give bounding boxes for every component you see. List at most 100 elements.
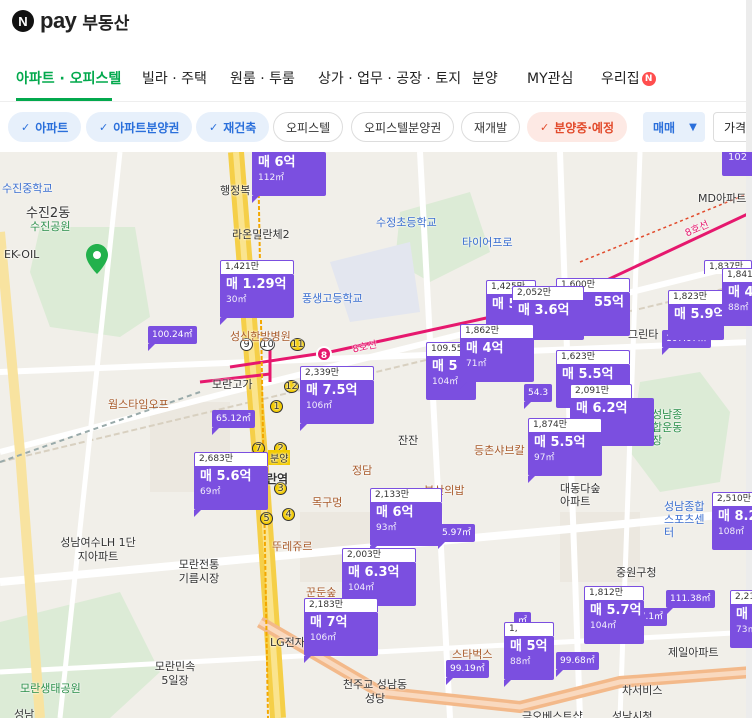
check-icon: ✓ bbox=[540, 120, 550, 134]
marker-price: 매 3.6억 bbox=[518, 303, 570, 318]
marker-price: 매 6억 bbox=[376, 505, 414, 520]
map-label: 차서비스 bbox=[622, 684, 663, 697]
marker-price-per-area: 2,003만 bbox=[342, 548, 416, 562]
marker-area: 93㎡ bbox=[376, 523, 397, 533]
map-label: 등촌샤브칼 bbox=[474, 444, 525, 457]
map-label: EK-OIL bbox=[4, 248, 40, 261]
marker-area: 30㎡ bbox=[226, 295, 247, 305]
marker-tail bbox=[300, 424, 307, 431]
tab-apt-officetel[interactable]: 아파트 · 오피스텔 bbox=[16, 68, 121, 88]
new-badge: N bbox=[641, 72, 656, 86]
marker-tail bbox=[304, 656, 311, 663]
map-label: 모란민속 5일장 bbox=[154, 660, 196, 687]
marker-price: 매 7.5억 bbox=[306, 383, 358, 398]
location-pin-icon[interactable] bbox=[86, 244, 108, 274]
marker-tail bbox=[556, 670, 563, 677]
filter-chip-apt-presale-right[interactable]: ✓ 아파트분양권 bbox=[86, 112, 193, 142]
map-label: 수진중학교 bbox=[2, 182, 53, 195]
marker-price-per-area: 2,133만 bbox=[370, 488, 442, 502]
map-label: 목구멍 bbox=[312, 496, 343, 509]
marker-price-per-area: 2,21 bbox=[730, 590, 752, 604]
map-label: 라온밀란체2 bbox=[232, 228, 290, 241]
marker-area: 69㎡ bbox=[200, 487, 221, 497]
marker-price: 매 5.5억 bbox=[562, 367, 614, 382]
map-label: 타이어프로 bbox=[462, 236, 513, 249]
filter-chip-reconstruction[interactable]: ✓ 재건축 bbox=[196, 112, 270, 142]
tab-presale[interactable]: 분양 bbox=[472, 68, 498, 88]
marker-area: 71㎡ bbox=[466, 359, 487, 369]
area-marker[interactable]: 54.3 bbox=[524, 384, 553, 409]
marker-tail bbox=[148, 344, 155, 351]
map-label: 성신한방병원 bbox=[230, 330, 291, 343]
tab-villa-house[interactable]: 빌라 · 주택 bbox=[142, 68, 207, 88]
area-marker[interactable]: 5.97㎡ bbox=[438, 524, 476, 549]
marker-price-per-area: 1,841만 bbox=[722, 268, 752, 282]
marker-area: 106㎡ bbox=[310, 633, 337, 643]
marker-price-per-area: 1,862만 bbox=[460, 324, 534, 338]
marker-price-per-area: 1,812만 bbox=[584, 586, 644, 600]
map-label: 성남 bbox=[14, 708, 35, 718]
marker-area: 73㎡ bbox=[736, 625, 752, 635]
marker-tail bbox=[220, 318, 227, 325]
exit-number: 4 bbox=[282, 508, 295, 521]
map-label: 수정초등학교 bbox=[376, 216, 437, 229]
marker-price: 매 4 bbox=[736, 607, 752, 622]
area-marker-label: 54.3 bbox=[528, 388, 549, 398]
map-label: 웜스타임오프 bbox=[108, 398, 169, 411]
filter-chip-officetel[interactable]: 오피스텔 bbox=[273, 112, 344, 142]
marker-price: 매 5.9억 bbox=[674, 307, 726, 322]
map-view[interactable]: 8 9 10 11 12 1 7 2 3 4 5 수진중학교 수진2동 수진공원… bbox=[0, 152, 752, 718]
tab-commercial-land[interactable]: 상가 · 업무 · 공장 · 토지 bbox=[318, 68, 461, 88]
tab-my-home[interactable]: 우리집 N bbox=[601, 68, 656, 88]
area-marker[interactable]: 99.68㎡ bbox=[556, 652, 599, 677]
marker-tail bbox=[662, 348, 669, 355]
area-marker[interactable]: 100.24㎡ bbox=[148, 326, 197, 351]
marker-tail bbox=[460, 382, 467, 389]
map-label: 정담 bbox=[352, 464, 373, 477]
category-nav: 아파트 · 오피스텔 빌라 · 주택 원룸 · 투룸 상가 · 업무 · 공장 … bbox=[0, 56, 752, 102]
naver-pay-realestate-logo[interactable]: N pay 부동산 bbox=[12, 8, 129, 34]
check-icon: ✓ bbox=[209, 120, 219, 134]
map-label: 뚜레쥬르 bbox=[272, 540, 313, 553]
marker-area: 104㎡ bbox=[348, 583, 375, 593]
marker-tail bbox=[212, 428, 219, 435]
filter-chip-officetel-presale-right[interactable]: 오피스텔분양권 bbox=[351, 112, 455, 142]
area-marker-label: 99.19㎡ bbox=[450, 664, 485, 674]
map-label: 성남종합스포츠센터 bbox=[664, 500, 705, 539]
marker-price: 매 5억 bbox=[510, 639, 548, 654]
area-marker-label: 111.38㎡ bbox=[670, 594, 711, 604]
area-marker[interactable]: 99.19㎡ bbox=[446, 660, 489, 685]
area-marker-label: 100.24㎡ bbox=[152, 330, 193, 340]
marker-tail bbox=[666, 608, 673, 615]
filter-chip-redevelopment[interactable]: 재개발 bbox=[461, 112, 521, 142]
deal-type-dropdown[interactable]: 매매 ▼ bbox=[643, 112, 705, 142]
marker-tail bbox=[252, 196, 259, 203]
map-label: 풍생고등학교 bbox=[302, 292, 363, 305]
area-marker[interactable]: 111.38㎡ bbox=[666, 590, 715, 615]
marker-area: 102 bbox=[728, 152, 748, 163]
tab-my-home-label: 우리집 bbox=[601, 71, 640, 87]
marker-area: 97㎡ bbox=[534, 453, 555, 463]
filter-chip-label: 오피스텔 bbox=[286, 120, 331, 135]
marker-price-per-area: 2,339만 bbox=[300, 366, 374, 380]
filter-chip-presale-upcoming[interactable]: ✓ 분양중·예정 bbox=[527, 112, 627, 142]
station-label: 란역 bbox=[266, 472, 289, 486]
marker-price-per-area: 2,510만 bbox=[712, 492, 752, 506]
marker-area: 104㎡ bbox=[590, 621, 617, 631]
map-label: 중원구청 bbox=[616, 566, 657, 579]
filter-chip-apartment[interactable]: ✓ 아파트 bbox=[8, 112, 82, 142]
marker-price: 매 4. bbox=[728, 285, 752, 300]
filter-chip-label: 재개발 bbox=[474, 120, 508, 135]
marker-price: 매 5.7억 bbox=[590, 603, 642, 618]
marker-tail bbox=[528, 476, 535, 483]
exit-number: 1 bbox=[270, 400, 283, 413]
area-marker-label: 99.68㎡ bbox=[560, 656, 595, 666]
map-label: 성남여수LH 1단지아파트 bbox=[60, 536, 136, 563]
map-label: 모란생태공원 bbox=[20, 682, 81, 695]
area-marker[interactable]: 65.12㎡ bbox=[212, 410, 255, 435]
tab-my-interest[interactable]: MY관심 bbox=[527, 68, 573, 88]
marker-price: 매 1.29억 bbox=[226, 277, 287, 292]
marker-area: 108㎡ bbox=[718, 527, 745, 537]
tab-oneroom-tworoom[interactable]: 원룸 · 투룸 bbox=[230, 68, 295, 88]
naver-logo-icon: N bbox=[12, 10, 34, 32]
